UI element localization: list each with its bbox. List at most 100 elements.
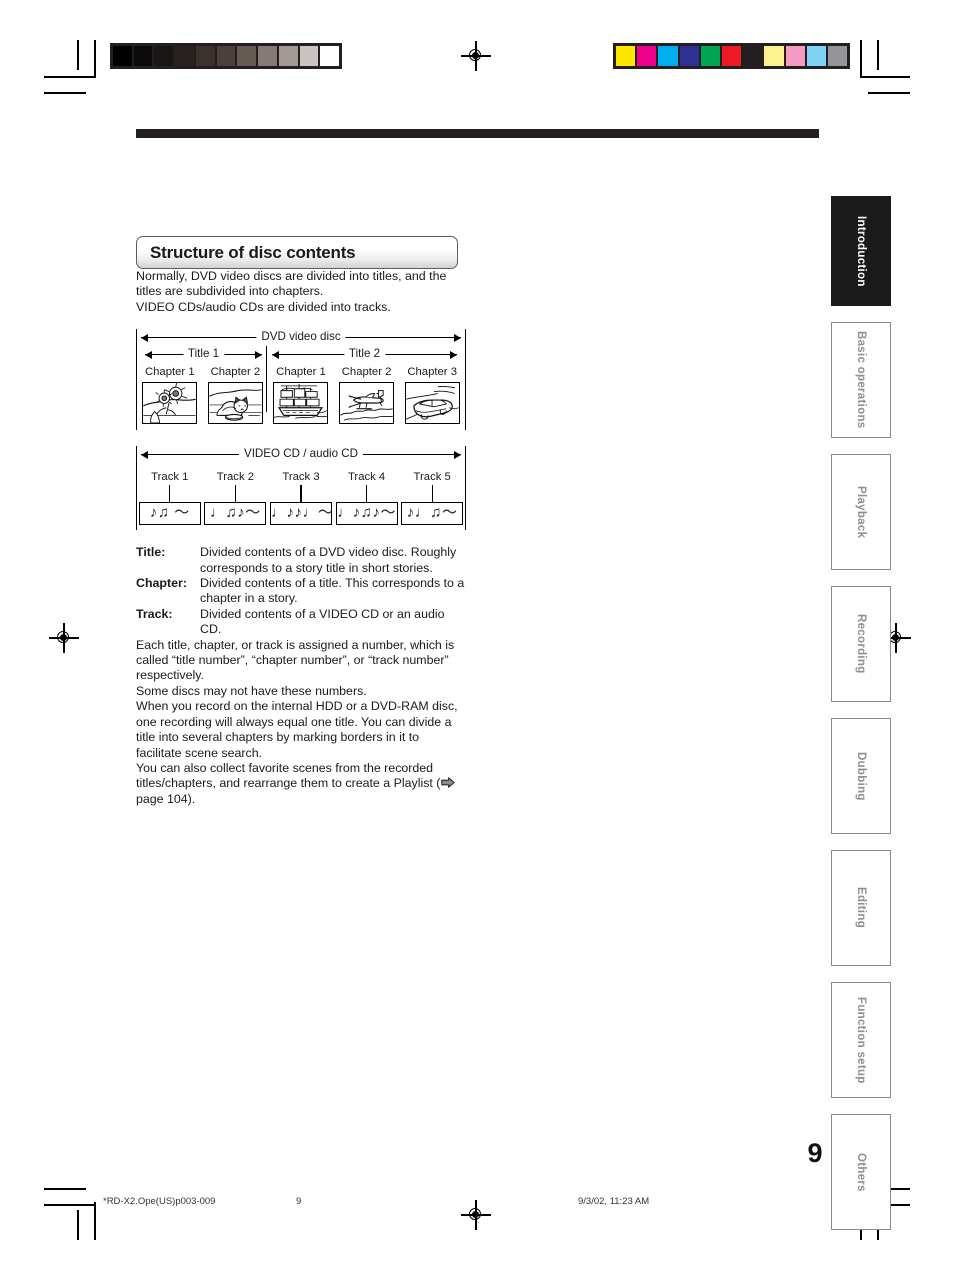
grayscale-patch — [133, 46, 153, 66]
cd-track-label: Track 2 — [216, 471, 255, 484]
track-notes: ♪♫ ～ — [138, 502, 201, 526]
recording-paragraph-1: When you record on the internal HDD or a… — [136, 699, 458, 760]
definition-term: Title: — [136, 545, 166, 560]
track-connector — [365, 485, 368, 503]
cd-span: VIDEO CD / audio CD — [141, 445, 461, 463]
page-number: 9 — [807, 1138, 822, 1168]
sidebar-tab-editing[interactable]: Editing — [831, 850, 891, 966]
color-patch — [658, 46, 678, 66]
section-tab-rail: Introduction Basic operations Playback R… — [831, 196, 891, 1246]
definition-term: Track: — [136, 606, 173, 621]
cd-track-cell: Track 5 ♪♩♫～ — [399, 470, 465, 526]
grayscale-patch — [113, 46, 132, 66]
crop-mark-top-left — [44, 40, 96, 102]
dvd-chapter-label: Chapter 2 — [341, 366, 392, 379]
track-connector — [431, 485, 433, 503]
sidebar-tab-label: Dubbing — [855, 751, 867, 801]
recording-paragraph-2-after: page 104). — [136, 791, 196, 806]
crop-mark-top-right — [860, 40, 910, 102]
sidebar-tab-label: Others — [855, 1152, 867, 1192]
cd-track-cell: Track 4 ♩♪♫♪～ — [334, 470, 400, 526]
grayscale-patch — [175, 46, 194, 66]
footer-timestamp: 9/3/02, 11:23 AM — [578, 1196, 650, 1207]
car-thumbnail — [404, 382, 460, 425]
sidebar-tab-recording[interactable]: Recording — [831, 586, 891, 702]
definition-description: Divided contents of a VIDEO CD or an aud… — [200, 606, 445, 637]
grayscale-patch — [216, 46, 236, 66]
cd-track-label: Track 1 — [151, 471, 189, 484]
cd-span-label: VIDEO CD / audio CD — [238, 445, 364, 463]
grayscale-patch — [258, 46, 277, 66]
sidebar-tab-label: Recording — [855, 614, 867, 674]
definition-list: Title: Divided contents of a DVD video d… — [136, 545, 466, 637]
numbering-paragraph-1: Each title, chapter, or track is assigne… — [136, 637, 455, 683]
color-patch — [616, 46, 636, 66]
print-footer: *RD-X2.Ope(US)p003-009 9 9/3/02, 11:23 A… — [0, 1196, 954, 1216]
registration-target-top — [461, 41, 491, 71]
grayscale-patch — [154, 46, 174, 66]
sidebar-tab-introduction[interactable]: Introduction — [831, 196, 891, 306]
color-patch — [806, 46, 826, 66]
footer-file-name: *RD-X2.Ope(US)p003-009 — [103, 1196, 216, 1207]
color-patch — [679, 46, 699, 66]
section-heading: Structure of disc contents — [136, 236, 458, 269]
footer-page-number: 9 — [296, 1196, 302, 1207]
color-patch — [827, 46, 848, 66]
track-notes: ♩♫♪～ — [204, 502, 267, 526]
dvd-chapter-cell: Chapter 1 — [137, 365, 203, 425]
recording-paragraph-2: You can also collect favorite scenes fro… — [136, 761, 466, 807]
sailing-ship-thumbnail — [273, 382, 329, 425]
grayscale-patch — [237, 46, 257, 66]
cd-disc-diagram: VIDEO CD / audio CD Track 1 ♪♫ ～ Track 2… — [136, 445, 466, 531]
dvd-chapter-label: Chapter 2 — [210, 366, 261, 379]
definition-description: Divided contents of a title. This corres… — [200, 576, 465, 606]
definition-term: Chapter: — [136, 576, 187, 591]
color-patch — [721, 46, 742, 66]
sidebar-tab-label: Function setup — [855, 996, 867, 1084]
track-notes: ♩♪♫♪～ — [335, 502, 398, 526]
dvd-chapter-label: Chapter 1 — [144, 366, 195, 379]
track-connector — [234, 485, 236, 503]
grayscale-patch — [195, 46, 215, 66]
track-notes: ♩♪♪♩～ — [269, 502, 332, 526]
dvd-chapter-cell: Chapter 3 — [399, 365, 465, 425]
color-patch — [637, 46, 657, 66]
cd-track-cells: Track 1 ♪♫ ～ Track 2 ♩♫♪～ Track 3 ♩♪♪♩～ … — [137, 470, 465, 526]
dvd-title1-label: Title 1 — [182, 345, 225, 363]
intro-paragraph-2: VIDEO CDs/audio CDs are divided into tra… — [136, 299, 391, 314]
dvd-disc-span: DVD video disc — [141, 328, 461, 346]
dvd-disc-span-row: DVD video disc — [137, 328, 465, 346]
grayscale-calibration-strip — [110, 43, 342, 69]
definition-row: Title: Divided contents of a DVD video d… — [136, 545, 466, 576]
page-reference-arrow-icon — [441, 777, 456, 789]
cd-track-label: Track 3 — [282, 471, 320, 484]
section-title: Structure of disc contents — [150, 243, 356, 262]
sidebar-tab-playback[interactable]: Playback — [831, 454, 891, 570]
sidebar-tab-basic-operations[interactable]: Basic operations — [831, 322, 891, 438]
cd-track-cell: Track 2 ♩♫♪～ — [203, 470, 269, 526]
sunflowers-thumbnail — [142, 382, 198, 425]
dvd-title1-span: Title 1 — [145, 345, 262, 363]
sidebar-tab-function-setup[interactable]: Function setup — [831, 982, 891, 1098]
cd-track-label: Track 4 — [347, 471, 386, 484]
cd-span-row: VIDEO CD / audio CD — [137, 445, 465, 463]
dvd-title2-label: Title 2 — [343, 345, 386, 363]
dvd-chapter-cell: Chapter 2 — [203, 365, 269, 425]
sidebar-tab-label: Basic operations — [855, 331, 867, 429]
track-connector — [300, 485, 302, 503]
color-patch — [743, 46, 763, 66]
cd-track-cell: Track 1 ♪♫ ～ — [137, 470, 203, 526]
intro-paragraph-1: Normally, DVD video discs are divided in… — [136, 269, 447, 299]
color-patch — [764, 46, 784, 66]
cd-track-label: Track 5 — [413, 471, 451, 484]
sidebar-tab-label: Playback — [855, 485, 867, 539]
cd-track-cell: Track 3 ♩♪♪♩～ — [268, 470, 334, 526]
dvd-title-span-row: Title 1 Title 2 — [137, 345, 465, 363]
sidebar-tab-label: Introduction — [855, 215, 867, 287]
header-rule — [136, 129, 819, 138]
registration-target-left — [49, 623, 79, 653]
grayscale-patch — [320, 46, 340, 66]
dvd-title2-span: Title 2 — [272, 345, 457, 363]
grayscale-patch — [278, 46, 298, 66]
sidebar-tab-dubbing[interactable]: Dubbing — [831, 718, 891, 834]
